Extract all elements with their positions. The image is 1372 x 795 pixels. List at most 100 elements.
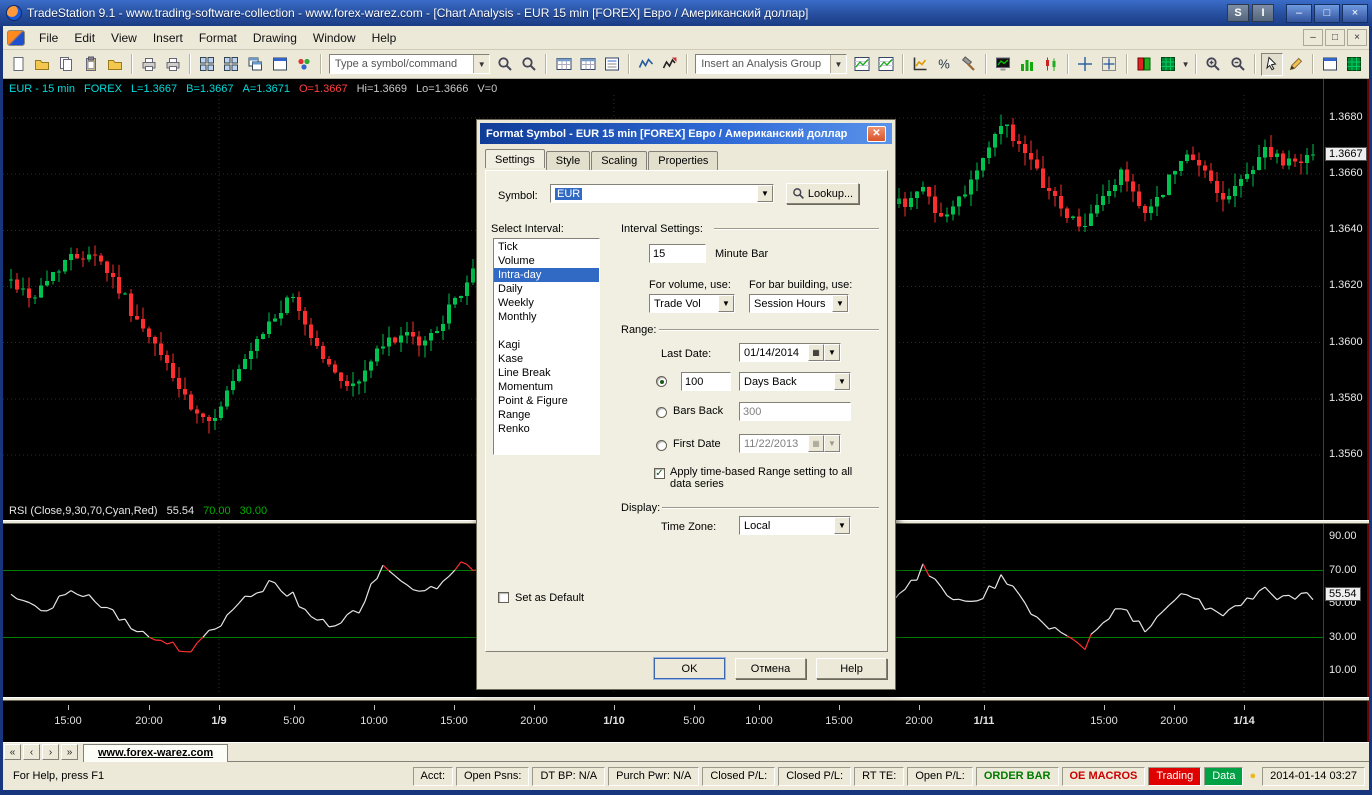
- radar-screen-button[interactable]: [992, 53, 1014, 76]
- zoom-in-button[interactable]: [1202, 53, 1224, 76]
- mdi-minimize-button[interactable]: –: [1303, 29, 1323, 46]
- format-objects-button[interactable]: [958, 53, 980, 76]
- menu-edit[interactable]: Edit: [66, 28, 103, 48]
- dialog-close-icon[interactable]: ✕: [867, 126, 886, 142]
- menu-file[interactable]: File: [31, 28, 66, 48]
- interval-item[interactable]: Line Break: [494, 366, 599, 380]
- dialog-tab-properties[interactable]: Properties: [648, 151, 718, 170]
- maximize-button[interactable]: □: [1314, 4, 1340, 23]
- interval-item[interactable]: Point & Figure: [494, 394, 599, 408]
- bar-building-combo[interactable]: Session Hours ▼: [749, 294, 849, 313]
- insert-strategy-button[interactable]: [875, 53, 897, 76]
- interval-item[interactable]: Volume: [494, 254, 599, 268]
- first-date-radio[interactable]: [656, 440, 667, 451]
- mdi-close-button[interactable]: ×: [1347, 29, 1367, 46]
- set-default-checkbox[interactable]: ✓: [498, 592, 509, 603]
- volume-bars-button[interactable]: [1016, 53, 1038, 76]
- trade-bar-button[interactable]: [1133, 53, 1155, 76]
- minute-input[interactable]: 15: [649, 244, 706, 263]
- interval-item[interactable]: Tick: [494, 240, 599, 254]
- print-preview-button[interactable]: [162, 53, 184, 76]
- minimize-button[interactable]: –: [1286, 4, 1312, 23]
- symbol-lookup-button[interactable]: [494, 53, 516, 76]
- paste-clipboard-button[interactable]: [79, 53, 101, 76]
- language-i-button[interactable]: I: [1252, 4, 1274, 22]
- cascade-windows-button[interactable]: [244, 53, 266, 76]
- interval-item[interactable]: Kagi: [494, 338, 599, 352]
- first-date-calendar-icon[interactable]: ▦: [808, 435, 824, 452]
- pane-separator[interactable]: [3, 697, 1369, 701]
- grid-view-button[interactable]: [1343, 53, 1365, 76]
- help-button[interactable]: Help: [816, 658, 887, 679]
- symbol-combo-dropdown-icon[interactable]: ▼: [757, 185, 773, 202]
- news-window-button[interactable]: [601, 53, 623, 76]
- find-button[interactable]: [518, 53, 540, 76]
- volume-combo[interactable]: Trade Vol ▼: [649, 294, 735, 313]
- snapshot-window-button[interactable]: [1319, 53, 1341, 76]
- interval-item[interactable]: Monthly: [494, 310, 599, 324]
- bars-back-radio[interactable]: [656, 407, 667, 418]
- new-document-button[interactable]: [7, 53, 29, 76]
- new-window-button[interactable]: [269, 53, 291, 76]
- format-analysis-button[interactable]: %: [933, 53, 955, 76]
- first-tab-button[interactable]: «: [4, 744, 21, 760]
- close-button[interactable]: ×: [1342, 4, 1368, 23]
- analysis-group-combo-dropdown-icon[interactable]: ▼: [830, 55, 846, 73]
- menu-view[interactable]: View: [103, 28, 145, 48]
- crosshair-window-button[interactable]: [1098, 53, 1120, 76]
- menu-window[interactable]: Window: [305, 28, 364, 48]
- days-back-dropdown-icon[interactable]: ▼: [834, 373, 850, 390]
- first-date-dropdown-icon[interactable]: ▼: [824, 435, 840, 452]
- days-back-input[interactable]: 100: [681, 372, 731, 391]
- bars-back-input[interactable]: 300: [739, 402, 851, 421]
- dialog-tab-style[interactable]: Style: [546, 151, 590, 170]
- time-zone-dropdown-icon[interactable]: ▼: [834, 517, 850, 534]
- days-back-radio[interactable]: [656, 376, 667, 387]
- chart-analysis-button[interactable]: [635, 53, 657, 76]
- chart-style-dropdown[interactable]: ▼: [1180, 53, 1192, 76]
- symbol-combo[interactable]: EUR ▼: [550, 184, 774, 203]
- interval-item[interactable]: Daily: [494, 282, 599, 296]
- volume-combo-dropdown-icon[interactable]: ▼: [718, 295, 734, 312]
- pointer-tool-button[interactable]: [1261, 53, 1283, 76]
- interval-item[interactable]: Kase: [494, 352, 599, 366]
- candlestick-style-button[interactable]: [1040, 53, 1062, 76]
- menu-help[interactable]: Help: [364, 28, 405, 48]
- interval-item[interactable]: Momentum: [494, 380, 599, 394]
- mdi-restore-button[interactable]: □: [1325, 29, 1345, 46]
- interval-item[interactable]: Range: [494, 408, 599, 422]
- next-tab-button[interactable]: ›: [42, 744, 59, 760]
- price-scale[interactable]: 1.36801.36601.36401.36201.36001.35801.35…: [1323, 79, 1369, 742]
- dialog-title-bar[interactable]: Format Symbol - EUR 15 min [FOREX] Евро …: [480, 123, 892, 144]
- prev-tab-button[interactable]: ‹: [23, 744, 40, 760]
- zoom-out-button[interactable]: [1226, 53, 1248, 76]
- last-date-calendar-icon[interactable]: ▦: [808, 344, 824, 361]
- last-date-picker[interactable]: 01/14/2014 ▦ ▼: [739, 343, 841, 362]
- analysis-group-combo[interactable]: Insert an Analysis Group▼: [695, 54, 847, 74]
- crosshair-pointer-button[interactable]: [1074, 53, 1096, 76]
- last-tab-button[interactable]: »: [61, 744, 78, 760]
- duplicate-window-button[interactable]: [55, 53, 77, 76]
- symbol-command-combo-dropdown-icon[interactable]: ▼: [473, 55, 489, 73]
- cancel-button[interactable]: Отмена: [735, 658, 806, 679]
- tile-vertically-button[interactable]: [220, 53, 242, 76]
- menu-drawing[interactable]: Drawing: [245, 28, 305, 48]
- interval-item[interactable]: Renko: [494, 422, 599, 436]
- interval-item[interactable]: Weekly: [494, 296, 599, 310]
- lookup-button[interactable]: Lookup...: [786, 183, 859, 204]
- last-date-dropdown-icon[interactable]: ▼: [824, 344, 840, 361]
- interval-item[interactable]: Intra-day: [494, 268, 599, 282]
- format-colors-button[interactable]: [293, 53, 315, 76]
- symbol-command-combo[interactable]: Type a symbol/command▼: [329, 54, 490, 74]
- apply-range-checkbox[interactable]: ✓: [654, 468, 665, 479]
- refresh-data-button[interactable]: [659, 53, 681, 76]
- order-bar-indicator[interactable]: ORDER BAR: [976, 767, 1059, 786]
- workspace-tab[interactable]: www.forex-warez.com: [83, 744, 228, 762]
- quote-board-button[interactable]: [552, 53, 574, 76]
- days-back-combo[interactable]: Days Back ▼: [739, 372, 851, 391]
- interval-listbox[interactable]: TickVolumeIntra-dayDailyWeeklyMonthly Ka…: [493, 238, 600, 455]
- time-zone-combo[interactable]: Local ▼: [739, 516, 851, 535]
- ok-button[interactable]: OK: [654, 658, 725, 679]
- menu-format[interactable]: Format: [191, 28, 245, 48]
- first-date-picker[interactable]: 11/22/2013 ▦ ▼: [739, 434, 841, 453]
